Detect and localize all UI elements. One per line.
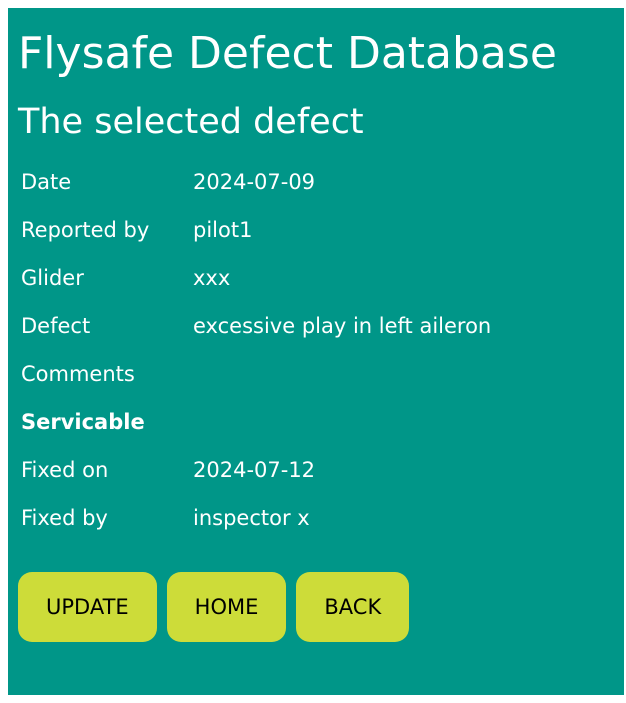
glider-row: Glider xxx bbox=[20, 255, 492, 301]
fixed-by-row: Fixed by inspector x bbox=[20, 495, 492, 541]
date-label: Date bbox=[21, 169, 72, 194]
fixed-on-row: Fixed on 2024-07-12 bbox=[20, 447, 492, 493]
action-buttons: UPDATE HOME BACK bbox=[18, 571, 624, 642]
defect-row: Defect excessive play in left aileron bbox=[20, 303, 492, 349]
fixed-on-label: Fixed on bbox=[21, 457, 109, 482]
back-button[interactable]: BACK bbox=[296, 571, 410, 642]
update-button[interactable]: UPDATE bbox=[18, 571, 157, 642]
comments-label: Comments bbox=[21, 361, 135, 386]
reported-by-value: pilot1 bbox=[193, 217, 253, 242]
defect-value: excessive play in left aileron bbox=[193, 313, 492, 338]
defect-details-table: Date 2024-07-09 Reported by pilot1 Glide… bbox=[18, 157, 494, 543]
glider-label: Glider bbox=[21, 265, 84, 290]
home-button[interactable]: HOME bbox=[166, 571, 287, 642]
comments-value bbox=[192, 351, 492, 397]
app-title: Flysafe Defect Database bbox=[18, 28, 557, 79]
glider-value: xxx bbox=[193, 265, 231, 290]
date-row: Date 2024-07-09 bbox=[20, 159, 492, 205]
comments-row: Comments bbox=[20, 351, 492, 397]
section-title: The selected defect bbox=[18, 101, 364, 142]
serviceable-status: Servicable bbox=[21, 409, 145, 434]
defect-panel: Flysafe Defect Database The selected def… bbox=[8, 8, 624, 695]
reported-by-row: Reported by pilot1 bbox=[20, 207, 492, 253]
date-value: 2024-07-09 bbox=[193, 169, 316, 194]
defect-label: Defect bbox=[21, 313, 91, 338]
fixed-by-label: Fixed by bbox=[21, 505, 108, 530]
fixed-by-value: inspector x bbox=[193, 505, 310, 530]
reported-by-label: Reported by bbox=[21, 217, 150, 242]
fixed-on-value: 2024-07-12 bbox=[193, 457, 316, 482]
status-value bbox=[192, 399, 492, 445]
status-row: Servicable bbox=[20, 399, 492, 445]
